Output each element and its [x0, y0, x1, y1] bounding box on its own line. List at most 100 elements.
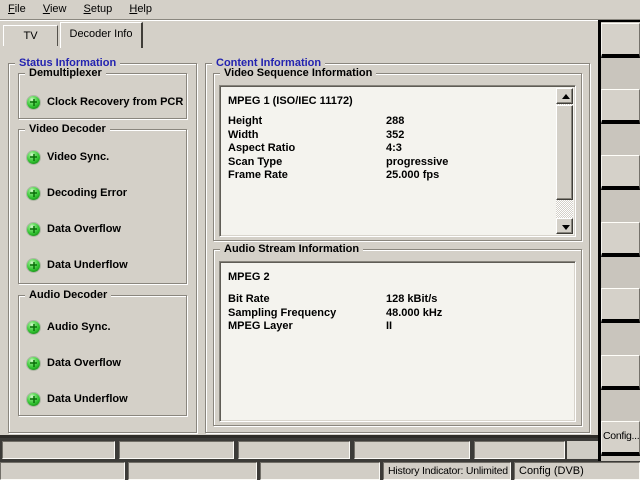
- scroll-down-icon: [562, 225, 570, 230]
- menu-item-setup[interactable]: Setup: [78, 0, 119, 19]
- audio-codec-heading: MPEG 2: [228, 271, 567, 284]
- menu-item-help[interactable]: Help: [123, 0, 158, 19]
- status-segment: [354, 441, 470, 459]
- softkey-config-button[interactable]: Config...: [601, 421, 640, 456]
- info-row: Frame Rate 25.000 fps: [228, 169, 551, 183]
- audio-stream-group: Audio Stream Information MPEG 2 Bit Rate…: [213, 249, 582, 426]
- status-segment: [2, 441, 115, 459]
- status-item-label: Clock Recovery from PCR: [40, 96, 183, 108]
- status-item-label: Data Underflow: [40, 259, 128, 271]
- history-indicator-status: History Indicator: Unlimited: [383, 462, 511, 480]
- softkey-button-1[interactable]: [601, 23, 640, 58]
- scroll-up-icon: [562, 94, 570, 99]
- info-value: II: [386, 320, 567, 334]
- info-label: Height: [228, 115, 386, 129]
- audio-stream-title: Audio Stream Information: [220, 242, 363, 256]
- status-led-icon: [27, 96, 40, 109]
- status-segment: [474, 441, 565, 459]
- video-sequence-panel: MPEG 1 (ISO/IEC 11172) Height 288 Width …: [219, 85, 576, 237]
- status-led-icon: [27, 151, 40, 164]
- info-value: 128 kBit/s: [386, 293, 567, 307]
- status-item-label: Audio Sync.: [40, 321, 111, 333]
- video-sequence-group: Video Sequence Information MPEG 1 (ISO/I…: [213, 73, 582, 241]
- info-label: MPEG Layer: [228, 320, 386, 334]
- status-item-label: Data Overflow: [40, 223, 121, 235]
- status-item: Data Underflow: [27, 392, 128, 406]
- application-window: File View Setup Help TV Decoder Info Sta…: [0, 0, 640, 480]
- softkey-column: Config...: [598, 20, 640, 461]
- status-led-icon: [27, 393, 40, 406]
- status-item-label: Decoding Error: [40, 187, 127, 199]
- status-item-label: Data Underflow: [40, 393, 128, 405]
- status-segment: [238, 441, 350, 459]
- decoder-info-pane: Status Information Demultiplexer Clock R…: [0, 45, 598, 438]
- status-led-icon: [27, 321, 40, 334]
- status-item: Clock Recovery from PCR: [27, 95, 183, 109]
- scroll-down-button[interactable]: [556, 218, 573, 234]
- info-label: Aspect Ratio: [228, 142, 386, 156]
- demultiplexer-title: Demultiplexer: [25, 66, 106, 80]
- status-item: Data Overflow: [27, 222, 121, 236]
- tab-strip: TV Decoder Info: [0, 20, 598, 46]
- menu-item-view[interactable]: View: [37, 0, 73, 19]
- status-segment: [0, 462, 125, 480]
- status-led-icon: [27, 223, 40, 236]
- info-value: 4:3: [386, 142, 551, 156]
- status-item: Video Sync.: [27, 150, 109, 164]
- info-value: 288: [386, 115, 551, 129]
- audio-decoder-title: Audio Decoder: [25, 288, 111, 302]
- status-item: Data Underflow: [27, 258, 128, 272]
- info-value: 25.000 fps: [386, 169, 551, 183]
- softkey-button-2[interactable]: [601, 89, 640, 124]
- info-label: Sampling Frequency: [228, 307, 386, 321]
- scrollbar[interactable]: [556, 88, 573, 234]
- info-label: Scan Type: [228, 156, 386, 170]
- demultiplexer-group: Demultiplexer Clock Recovery from PCR: [18, 73, 187, 119]
- status-segment: [119, 441, 234, 459]
- softkey-button-5[interactable]: [601, 288, 640, 323]
- video-sequence-content: MPEG 1 (ISO/IEC 11172) Height 288 Width …: [228, 95, 551, 232]
- status-item-label: Data Overflow: [40, 357, 121, 369]
- softkey-button-4[interactable]: [601, 222, 640, 257]
- status-information-group: Status Information Demultiplexer Clock R…: [8, 63, 197, 433]
- info-row: MPEG Layer II: [228, 320, 567, 334]
- status-segment: [128, 462, 257, 480]
- status-item: Data Overflow: [27, 356, 121, 370]
- video-decoder-group: Video Decoder Video Sync. Decoding Error…: [18, 129, 187, 284]
- status-bar-filler: [567, 441, 598, 459]
- softkey-button-3[interactable]: [601, 155, 640, 190]
- status-bar: History Indicator: Unlimited Config (DVB…: [0, 438, 640, 480]
- info-row: Aspect Ratio 4:3: [228, 142, 551, 156]
- info-row: Bit Rate 128 kBit/s: [228, 293, 567, 307]
- scroll-up-button[interactable]: [556, 88, 573, 104]
- scroll-thumb[interactable]: [556, 105, 573, 200]
- info-value: 352: [386, 129, 551, 143]
- softkey-button-6[interactable]: [601, 355, 640, 390]
- info-row: Sampling Frequency 48.000 kHz: [228, 307, 567, 321]
- status-item-label: Video Sync.: [40, 151, 109, 163]
- tab-tv[interactable]: TV: [3, 25, 58, 46]
- audio-stream-content: MPEG 2 Bit Rate 128 kBit/s Sampling Freq…: [228, 271, 567, 417]
- video-codec-heading: MPEG 1 (ISO/IEC 11172): [228, 95, 551, 108]
- info-value: progressive: [386, 156, 551, 170]
- menu-item-file[interactable]: File: [2, 0, 32, 19]
- info-row: Height 288: [228, 115, 551, 129]
- status-led-icon: [27, 357, 40, 370]
- info-label: Width: [228, 129, 386, 143]
- status-item: Decoding Error: [27, 186, 127, 200]
- status-led-icon: [27, 187, 40, 200]
- status-item: Audio Sync.: [27, 320, 111, 334]
- info-label: Bit Rate: [228, 293, 386, 307]
- info-label: Frame Rate: [228, 169, 386, 183]
- status-segment: [260, 462, 380, 480]
- tab-decoder-info[interactable]: Decoder Info: [60, 22, 143, 48]
- video-decoder-title: Video Decoder: [25, 122, 110, 136]
- status-led-icon: [27, 259, 40, 272]
- menu-bar: File View Setup Help: [0, 0, 640, 20]
- content-information-group: Content Information Video Sequence Infor…: [205, 63, 590, 433]
- info-row: Width 352: [228, 129, 551, 143]
- video-sequence-title: Video Sequence Information: [220, 66, 376, 80]
- info-row: Scan Type progressive: [228, 156, 551, 170]
- audio-stream-panel: MPEG 2 Bit Rate 128 kBit/s Sampling Freq…: [219, 261, 576, 422]
- config-status: Config (DVB): [514, 462, 640, 480]
